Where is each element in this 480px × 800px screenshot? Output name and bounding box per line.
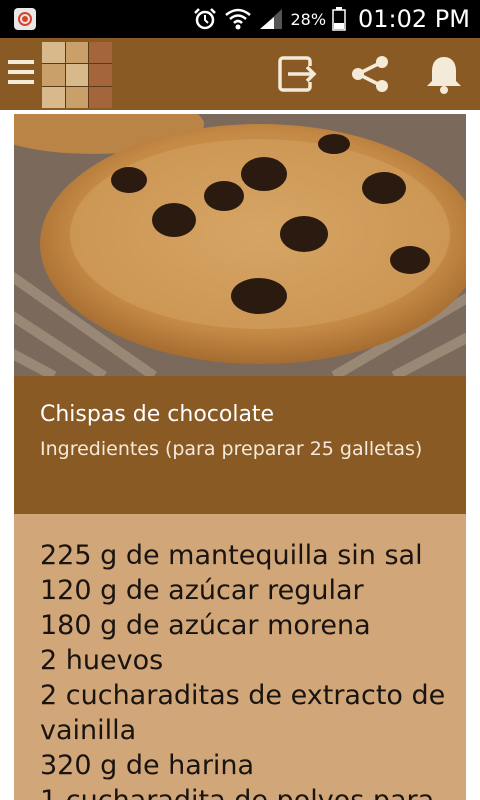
status-bar: 28% 01:02 PM xyxy=(0,0,480,38)
ingredient-line: 225 g de mantequilla sin sal xyxy=(40,540,423,571)
share-button[interactable] xyxy=(348,52,392,96)
clock-time: 01:02 PM xyxy=(358,5,470,33)
ingredient-line: 120 g de azúcar regular xyxy=(40,575,364,606)
hamburger-menu-icon[interactable] xyxy=(8,60,34,88)
recipe-content[interactable]: Chispas de chocolate Ingredientes (para … xyxy=(0,110,480,800)
status-indicators: 28% 01:02 PM xyxy=(192,0,470,38)
exit-icon xyxy=(278,56,317,92)
notifications-button[interactable] xyxy=(422,52,466,96)
notification-app-icon xyxy=(14,8,36,30)
ingredient-line: 180 g de azúcar morena xyxy=(40,610,371,641)
ingredient-line: 2 cucharaditas de extracto de vainilla xyxy=(40,680,446,746)
recipe-card: Chispas de chocolate Ingredientes (para … xyxy=(14,114,466,800)
bell-icon xyxy=(427,57,461,94)
battery-percent: 28% xyxy=(290,9,327,29)
battery-icon xyxy=(332,7,346,31)
ingredient-line: 320 g de harina xyxy=(40,750,255,781)
signal-strength-icon xyxy=(260,9,283,29)
app-logo[interactable] xyxy=(42,42,112,108)
ingredient-line: 2 huevos xyxy=(40,645,164,676)
alarm-clock-icon xyxy=(194,8,217,30)
action-bar xyxy=(0,38,480,110)
share-icon xyxy=(352,56,388,92)
ingredient-line: 1 cucharadita de polvos para xyxy=(40,783,450,800)
wifi-icon xyxy=(225,8,252,30)
cookie-photo xyxy=(14,114,466,376)
recipe-subtitle: Ingredientes (para preparar 25 galletas) xyxy=(40,438,423,460)
ingredients-list: 225 g de mantequilla sin sal 120 g de az… xyxy=(40,538,450,800)
recipe-caption: Chispas de chocolate Ingredientes (para … xyxy=(14,376,466,514)
exit-button[interactable] xyxy=(276,52,320,96)
recipe-title: Chispas de chocolate xyxy=(40,402,275,427)
